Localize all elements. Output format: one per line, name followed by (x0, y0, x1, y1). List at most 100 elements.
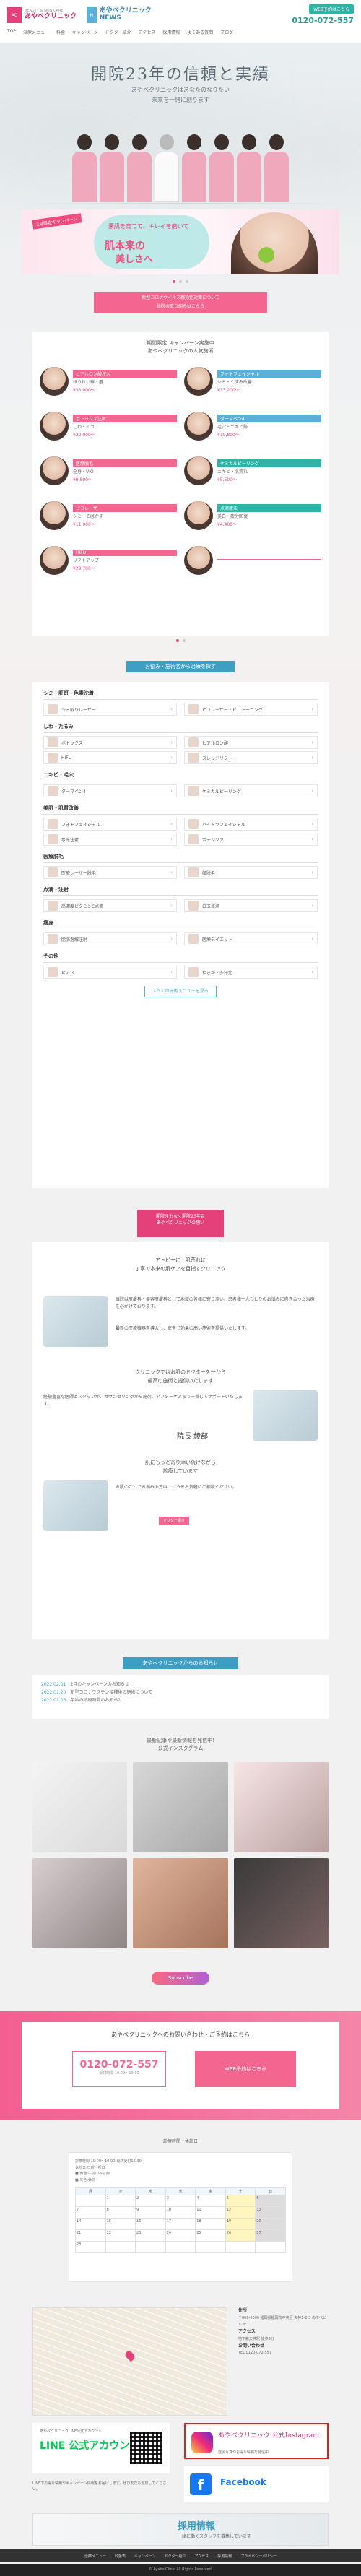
pager-dot[interactable] (186, 280, 188, 283)
calendar-day-cell (75, 2195, 106, 2207)
calendar-week-row: 21 22 23 24 25 26 27 (75, 2229, 286, 2242)
treatment-label: ハイドラフェイシャル (202, 822, 245, 828)
treatment-link[interactable]: ハイドラフェイシャル › (184, 818, 318, 831)
treatment-link[interactable]: ヒアルロン酸 › (184, 736, 318, 749)
instagram-post[interactable] (233, 1858, 329, 1948)
campaign-item[interactable]: HIFU リフトアップ ¥29,700〜 (40, 540, 177, 581)
calendar-week-row: 28 (75, 2241, 286, 2253)
web-reserve-button[interactable]: WEB予約はこちら (309, 4, 354, 14)
treatment-thumbnail (48, 737, 58, 747)
treatment-link[interactable]: ポテンツァ › (184, 833, 318, 846)
access-tel[interactable]: TEL 0120-072-557 (238, 2350, 329, 2356)
campaign-item[interactable] (184, 540, 321, 581)
recruit-banner[interactable]: 採用情報 一緒に働くスタッフを募集しています (32, 2513, 329, 2546)
treatment-link[interactable]: 脂肪溶解注射 › (43, 932, 177, 945)
instagram-post[interactable] (233, 1762, 329, 1852)
treatment-categories: シミ・肝斑・色素沈着 シミ取りレーザー › ピコレーザー・ピコトーニング › しわ・たるみ… (32, 690, 329, 979)
treatment-link[interactable]: 顔脱毛 › (184, 866, 318, 879)
treatment-link[interactable]: 白玉点滴 › (184, 899, 318, 912)
treatment-link[interactable]: 高濃度ビタミンC点滴 › (43, 899, 177, 912)
hero-subtitle-line2: 未来を一緒に創ります (152, 96, 209, 103)
treatment-link[interactable]: 医療レーザー脱毛 › (43, 866, 177, 879)
nav-item[interactable]: よくある質問 (187, 29, 213, 35)
news-date: 2022.02.01 (41, 1682, 66, 1687)
contact-web-button[interactable]: WEB予約はこちら (195, 2051, 296, 2087)
treatment-category: 美肌・肌質改善 フォトフェイシャル › ハイドラフェイシャル › 水光注射 › ポテンツァ › (43, 805, 318, 846)
campaign-item[interactable]: フォトフェイシャル シミ・くすみ改善 ¥13,200〜 (184, 361, 321, 402)
treatment-link[interactable]: わきが・多汗症 › (184, 966, 318, 979)
access-route: 地下鉄天神駅 徒歩3分 (238, 2336, 274, 2341)
treatment-link[interactable]: スレッドリフト › (184, 751, 318, 764)
treatment-link[interactable]: 医療ダイエット › (184, 932, 318, 945)
treatment-link[interactable]: フォトフェイシャル › (43, 818, 177, 831)
footer-nav-item[interactable]: 料金表 (115, 2554, 126, 2559)
campaign-item-desc: ほうれい線・唇 (73, 380, 104, 386)
treatment-link[interactable]: ケミカルピーリング › (184, 784, 318, 797)
chevron-right-icon: › (170, 755, 173, 760)
footer-nav-item[interactable]: 治療メニュー (84, 2554, 106, 2559)
instagram-post[interactable] (133, 1858, 228, 1948)
nav-item[interactable]: 採用情報 (162, 29, 180, 35)
line-official-box[interactable]: あやべクリニックLINE公式アカウント LINE 公式アカウント (32, 2423, 170, 2473)
instagram-heading-1: 最新記事や最新情報を発信中! (147, 1738, 214, 1743)
footer-nav-item[interactable]: キャンペーン (134, 2554, 156, 2559)
campaign-item[interactable]: ケミカルピーリング ニキビ・肌荒れ ¥5,500〜 (184, 451, 321, 491)
treatment-link[interactable]: ピコレーザー・ピコトーニング › (184, 703, 318, 716)
chevron-right-icon: › (170, 903, 173, 908)
nav-item[interactable]: アクセス (139, 29, 156, 35)
instagram-official-button[interactable]: あやべクリニック 公式Instagram 症例写真やお得な情報を発信中 (184, 2423, 329, 2459)
treatment-link[interactable]: HIFU › (43, 751, 177, 764)
nav-item[interactable]: ブログ (220, 29, 233, 35)
header-tel[interactable]: 0120-072-557 (292, 16, 354, 25)
covid-notice-button[interactable]: 新型コロナウイルス感染症対策について 当院の取り組みはこちら (94, 292, 267, 313)
nav-item[interactable]: 治療メニュー (23, 29, 49, 35)
calendar-day-cell: 1 (105, 2195, 136, 2207)
doctor-intro-button[interactable]: ドクター紹介 (159, 1517, 189, 1525)
nav-item[interactable]: ドクター紹介 (105, 29, 131, 35)
campaign-item[interactable]: ヒアルロン酸注入 ほうれい線・唇 ¥33,000〜 (40, 361, 177, 402)
instagram-post[interactable] (133, 1762, 228, 1852)
news-item[interactable]: 2022.01.20 新型コロナワクチン接種後の施術について (41, 1689, 320, 1697)
news-logo[interactable]: N あやべクリニック NEWS (87, 6, 152, 25)
pager-dot[interactable] (175, 639, 179, 642)
calendar-day-cell: 12 (225, 2206, 256, 2219)
calendar-day-cell (255, 2241, 286, 2253)
campaign-photo (40, 367, 69, 396)
campaign-item[interactable]: ボトックス注射 しわ・エラ ¥22,000〜 (40, 406, 177, 446)
campaign-item[interactable]: ピコレーザー シミ・そばかす ¥11,000〜 (40, 495, 177, 536)
contact-tel-button[interactable]: 0120-072-557 受付時間 10:00〜19:00 (72, 2051, 166, 2087)
campaign-banner[interactable]: 2月限定キャンペーン 素肌を育てて、キレイを磨いて 肌本来の 美しさへ (22, 209, 339, 274)
pager-dot[interactable] (179, 280, 182, 283)
news-item[interactable]: 2022.01.05 年始の診療時間のお知らせ (41, 1697, 320, 1705)
campaign-item[interactable]: 点滴療法 美白・疲労回復 ¥4,400〜 (184, 495, 321, 536)
treatment-label: 高濃度ビタミンC点滴 (61, 903, 104, 909)
pager-dot[interactable] (182, 639, 186, 642)
treatment-link[interactable]: ピアス › (43, 966, 177, 979)
treatment-link[interactable]: ダーマペン4 › (43, 784, 177, 797)
all-treatments-button[interactable]: すべての施術メニューを見る (144, 986, 217, 997)
access-heading-contact: お問い合わせ (238, 2343, 265, 2349)
campaign-item[interactable]: ダーマペン4 毛穴・ニキビ跡 ¥19,800〜 (184, 406, 321, 446)
instagram-subscribe-button[interactable]: Subscribe (152, 1972, 209, 1985)
news-item[interactable]: 2022.02.01 2月のキャンペーンのお知らせ (41, 1681, 320, 1689)
treatment-label: HIFU (61, 755, 72, 760)
nav-item[interactable]: 料金 (56, 29, 65, 35)
footer-nav-item[interactable]: アクセス (194, 2554, 209, 2559)
pager-dot[interactable] (173, 280, 175, 283)
treatment-link[interactable]: ボトックス › (43, 736, 177, 749)
instagram-post[interactable] (32, 1858, 128, 1948)
campaign-item[interactable]: 医療脱毛 全身・VIO ¥9,800〜 (40, 451, 177, 491)
notice-line1: 新型コロナウイルス感染症対策について (142, 295, 219, 300)
treatment-link[interactable]: シミ取りレーザー › (43, 703, 177, 716)
facebook-button[interactable]: f Facebook (184, 2466, 329, 2502)
nav-item[interactable]: キャンペーン (72, 29, 98, 35)
footer-nav-item[interactable]: ドクター紹介 (165, 2554, 186, 2559)
news-text: 年始の診療時間のお知らせ (70, 1697, 123, 1703)
instagram-post[interactable] (32, 1762, 128, 1852)
footer-nav-item[interactable]: 採用情報 (217, 2554, 232, 2559)
footer-nav-item[interactable]: プライバシーポリシー (240, 2554, 277, 2559)
treatment-link[interactable]: 水光注射 › (43, 833, 177, 846)
campaign-item-content: 点滴療法 美白・疲労回復 ¥4,400〜 (217, 504, 321, 527)
nav-item[interactable]: TOP (7, 29, 16, 35)
clinic-logo[interactable]: AC BEAUTY & SKIN CARE あやべクリニック (7, 6, 79, 25)
